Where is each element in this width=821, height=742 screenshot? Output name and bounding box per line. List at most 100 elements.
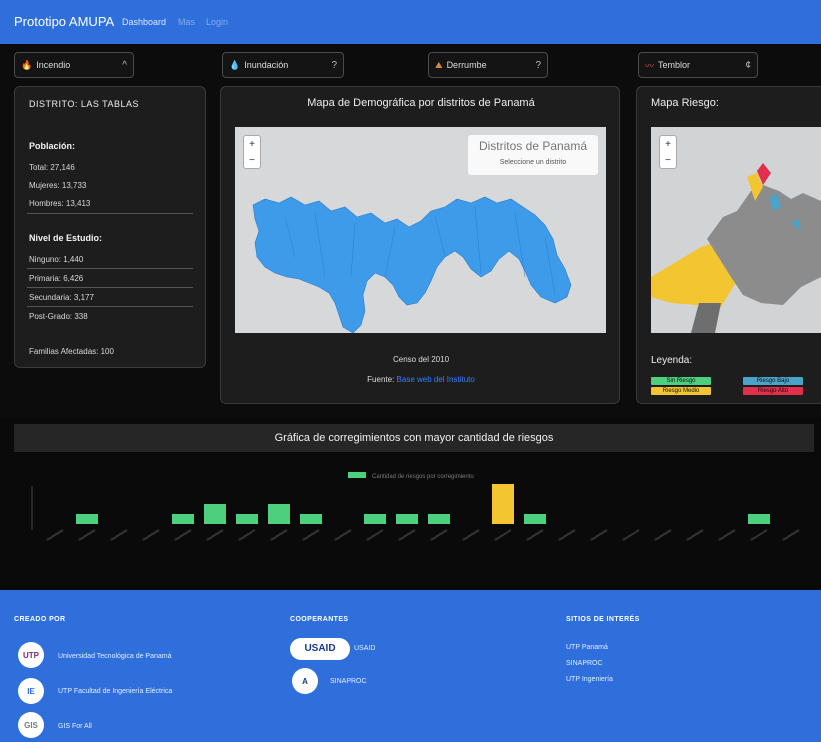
navbar: Prototipo AMUPA Dashboard Mas Login xyxy=(0,0,821,44)
source-link[interactable]: Base web del Instituto xyxy=(397,375,475,384)
hazard-label: Temblor xyxy=(658,60,691,70)
chevron-icon: ¢ xyxy=(745,59,751,71)
chart-bar xyxy=(300,514,322,524)
creator-utp[interactable]: Universidad Tecnológica de Panamá xyxy=(58,653,172,660)
chart-tick-label xyxy=(590,529,608,541)
map-title: Mapa de Demográfica por distritos de Pan… xyxy=(307,97,535,109)
hazard-select-incendio[interactable]: 🔥 Incendio ^ xyxy=(14,52,134,78)
zoom-in-button[interactable]: + xyxy=(249,139,255,150)
chart-tick-label xyxy=(462,529,480,541)
source-line: Fuente: Base web del Instituto xyxy=(221,375,621,384)
chart-bar xyxy=(236,514,258,524)
education-none: Ninguno: 1,440 xyxy=(29,255,84,264)
population-total: Total: 27,146 xyxy=(29,163,75,172)
fire-icon: 🔥 xyxy=(21,59,33,70)
chart-tick-label xyxy=(494,529,512,541)
footer-link-1[interactable]: UTP Panamá xyxy=(566,644,608,651)
population-women: Mujeres: 13,733 xyxy=(29,181,87,190)
legend-no-risk: Sin Riesgo xyxy=(651,377,711,385)
zoom-out-button[interactable]: − xyxy=(249,155,255,166)
divider xyxy=(27,306,193,307)
risk-map-panel: Mapa Riesgo: + − Leyenda: Sin Riesgo Rie… xyxy=(636,86,821,404)
hazard-label: Inundación xyxy=(244,60,289,70)
chart-bar xyxy=(268,504,290,524)
landslide-icon: ⛰ xyxy=(435,59,443,70)
footer: CREADO POR UTP Universidad Tecnológica d… xyxy=(0,590,821,742)
divider xyxy=(27,213,193,214)
chart-tick-label xyxy=(654,529,672,541)
usaid-logo: USAID xyxy=(290,638,350,660)
chart-bar xyxy=(492,484,514,524)
panama-map[interactable]: + − Distritos de Panamá Seleccione un di… xyxy=(235,127,606,333)
sinaproc-logo: A xyxy=(292,668,318,694)
chart-tick-label xyxy=(398,529,416,541)
chart-tick-label xyxy=(622,529,640,541)
chart-tick-label xyxy=(110,529,128,541)
education-postgrad: Post-Grado: 338 xyxy=(29,312,88,321)
chart-bar xyxy=(748,514,770,524)
population-heading: Población: xyxy=(29,141,76,151)
map-info-subtitle: Seleccione un distrito xyxy=(499,159,567,166)
risk-map-title: Mapa Riesgo: xyxy=(651,97,719,109)
chart-bar xyxy=(76,514,98,524)
chart-tick-label xyxy=(782,529,800,541)
hazard-select-inundacion[interactable]: 💧 Inundación ? xyxy=(222,52,344,78)
chart-tick-label xyxy=(270,529,288,541)
hazard-select-derrumbe[interactable]: ⛰ Derrumbe ? xyxy=(428,52,548,78)
zoom-out-button[interactable]: − xyxy=(665,155,671,166)
chart-tick-label xyxy=(78,529,96,541)
chart-bars xyxy=(46,484,800,541)
footer-link-2[interactable]: SINAPROC xyxy=(566,660,603,667)
education-primary: Primaria: 6,426 xyxy=(29,274,84,283)
hazard-select-temblor[interactable]: 〰 Temblor ¢ xyxy=(638,52,758,78)
chart-tick-label xyxy=(686,529,704,541)
population-men: Hombres: 13,413 xyxy=(29,199,91,208)
chart-tick-label xyxy=(366,529,384,541)
footer-created-by-heading: CREADO POR xyxy=(14,616,66,623)
chart-tick-label xyxy=(526,529,544,541)
education-heading: Nivel de Estudio: xyxy=(29,233,103,243)
chevron-icon: ^ xyxy=(122,59,127,71)
creator-gis[interactable]: GIS For All xyxy=(58,723,92,730)
source-label: Fuente: xyxy=(367,375,395,384)
risk-bar-chart: Cantidad de riesgos por corregimiento xyxy=(31,472,800,541)
chart-tick-label xyxy=(174,529,192,541)
district-info-panel: DISTRITO: LAS TABLAS Población: Total: 2… xyxy=(14,86,206,368)
chart-tick-label xyxy=(430,529,448,541)
legend-medium-risk: Riesgo Medio xyxy=(651,387,711,395)
nav-link-login[interactable]: Login xyxy=(206,17,228,27)
chart-tick-label xyxy=(718,529,736,541)
district-title: DISTRITO: LAS TABLAS xyxy=(29,99,140,109)
chart-legend-label: Cantidad de riesgos por corregimiento xyxy=(372,474,474,480)
footer-link-3[interactable]: UTP Ingeniería xyxy=(566,676,613,683)
footer-links-heading: SITIOS DE INTERÉS xyxy=(566,616,640,623)
chart-tick-label xyxy=(302,529,320,541)
creator-faculty[interactable]: UTP Facultad de Ingeniería Eléctrica xyxy=(58,688,172,695)
nav-link-more[interactable]: Mas xyxy=(178,17,195,27)
brand-title[interactable]: Prototipo AMUPA xyxy=(14,14,114,29)
map-info-title: Distritos de Panamá xyxy=(478,139,588,153)
chart-tick-label xyxy=(206,529,224,541)
families-affected: Familias Afectadas: 100 xyxy=(29,347,114,356)
risk-map[interactable]: + − xyxy=(651,127,821,333)
earthquake-icon: 〰 xyxy=(645,60,655,71)
chart-tick-label xyxy=(142,529,160,541)
map-zoom-control[interactable]: + − xyxy=(243,135,261,169)
chart-bar xyxy=(524,514,546,524)
hazard-label: Derrumbe xyxy=(446,60,487,70)
risk-map-zoom-control[interactable]: + − xyxy=(659,135,677,169)
nav-link-dashboard[interactable]: Dashboard xyxy=(122,17,166,27)
chart-title-bar: Gráfica de corregimientos con mayor cant… xyxy=(14,424,814,452)
chart-tick-label xyxy=(46,529,64,541)
chevron-icon: ? xyxy=(331,59,337,71)
chart-bar xyxy=(428,514,450,524)
partner-sinaproc[interactable]: SINAPROC xyxy=(330,678,367,685)
chart-bar xyxy=(172,514,194,524)
demographic-map-panel: Mapa de Demográfica por distritos de Pan… xyxy=(220,86,620,404)
zoom-in-button[interactable]: + xyxy=(665,139,671,150)
ie-logo: IE xyxy=(18,678,44,704)
chart-legend-swatch xyxy=(348,472,366,478)
education-secondary: Secundaria: 3,177 xyxy=(29,293,94,302)
partner-usaid[interactable]: USAID xyxy=(354,645,375,652)
legend-high-risk: Riesgo Alto xyxy=(743,387,803,395)
